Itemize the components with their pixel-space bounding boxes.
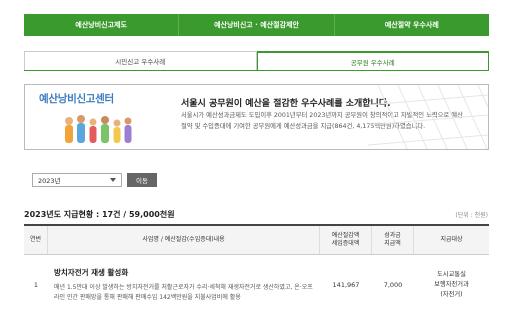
year-select-value: 2023년 [38, 177, 61, 185]
row-content: 방치자전거 재생 활성화 매년 1.5만대 이상 발생하는 방치자전거를 처활근… [48, 255, 320, 315]
tab-budget-waste-system[interactable]: 예산낭비신고제도 [24, 14, 180, 36]
row-bonus: 7,000 [383, 281, 403, 289]
sub-tabs: 시민신고 우수사례 공무원 우수사례 [24, 51, 489, 71]
move-button[interactable]: 이동 [127, 173, 157, 187]
header-project: 사업명 / 예산절감(수입증대)내용 [48, 226, 320, 254]
header-target: 지급대상 [440, 236, 463, 243]
results-table: 연번 사업명 / 예산절감(수입증대)내용 예산절감액 세입증대액 성과금 지급… [24, 224, 489, 315]
row-description: 매년 1.5만대 이상 발생하는 방치자전거를 처활근로자가 수리·세척해 재생… [54, 284, 313, 301]
logo-text: 예산낭비신고센터 [39, 93, 114, 105]
tab-waste-report-proposal[interactable]: 예산낭비신고 · 예산절감제안 [179, 14, 335, 36]
intro-banner: 예산낭비신고센터 서울시 공무원이 예산을 절감한 우수사례를 소개합니다. 서… [24, 84, 489, 150]
table-row[interactable]: 1 방치자전거 재생 활성화 매년 1.5만대 이상 발생하는 방치자전거를 처… [24, 255, 489, 315]
row-title: 방치자전거 재생 활성화 [54, 268, 129, 277]
row-target: 도시교통실 보행자전거과 (자전거) [434, 271, 469, 298]
tab-citizen-cases[interactable]: 시민신고 우수사례 [24, 51, 257, 70]
header-no: 연번 [24, 226, 48, 254]
year-select[interactable]: 2023년 [32, 173, 122, 187]
chevron-down-icon [110, 178, 116, 182]
tab-savings-best-cases[interactable]: 예산절약 우수사례 [334, 14, 489, 36]
center-logo: 예산낭비신고센터 [39, 91, 159, 147]
banner-title: 서울시 공무원이 예산을 절감한 우수사례를 소개합니다. [181, 99, 391, 109]
tab-official-cases[interactable]: 공무원 우수사례 [256, 51, 489, 70]
unit-label: (단위 : 천원) [455, 212, 488, 219]
top-nav-tabs: 예산낭비신고제도 예산낭비신고 · 예산절감제안 예산절약 우수사례 [24, 14, 489, 36]
table-header: 연번 사업명 / 예산절감(수입증대)내용 예산절감액 세입증대액 성과금 지급… [24, 226, 489, 255]
pattern-decoration-icon [368, 85, 488, 149]
payment-summary: 2023년도 지급현황 : 17건 / 59,000천원 [24, 210, 175, 219]
row-number: 1 [33, 281, 39, 289]
header-amount: 예산절감액 세입증대액 [320, 226, 372, 254]
header-bonus: 성과금 지급액 [372, 226, 414, 254]
row-amount: 141,967 [332, 281, 360, 289]
